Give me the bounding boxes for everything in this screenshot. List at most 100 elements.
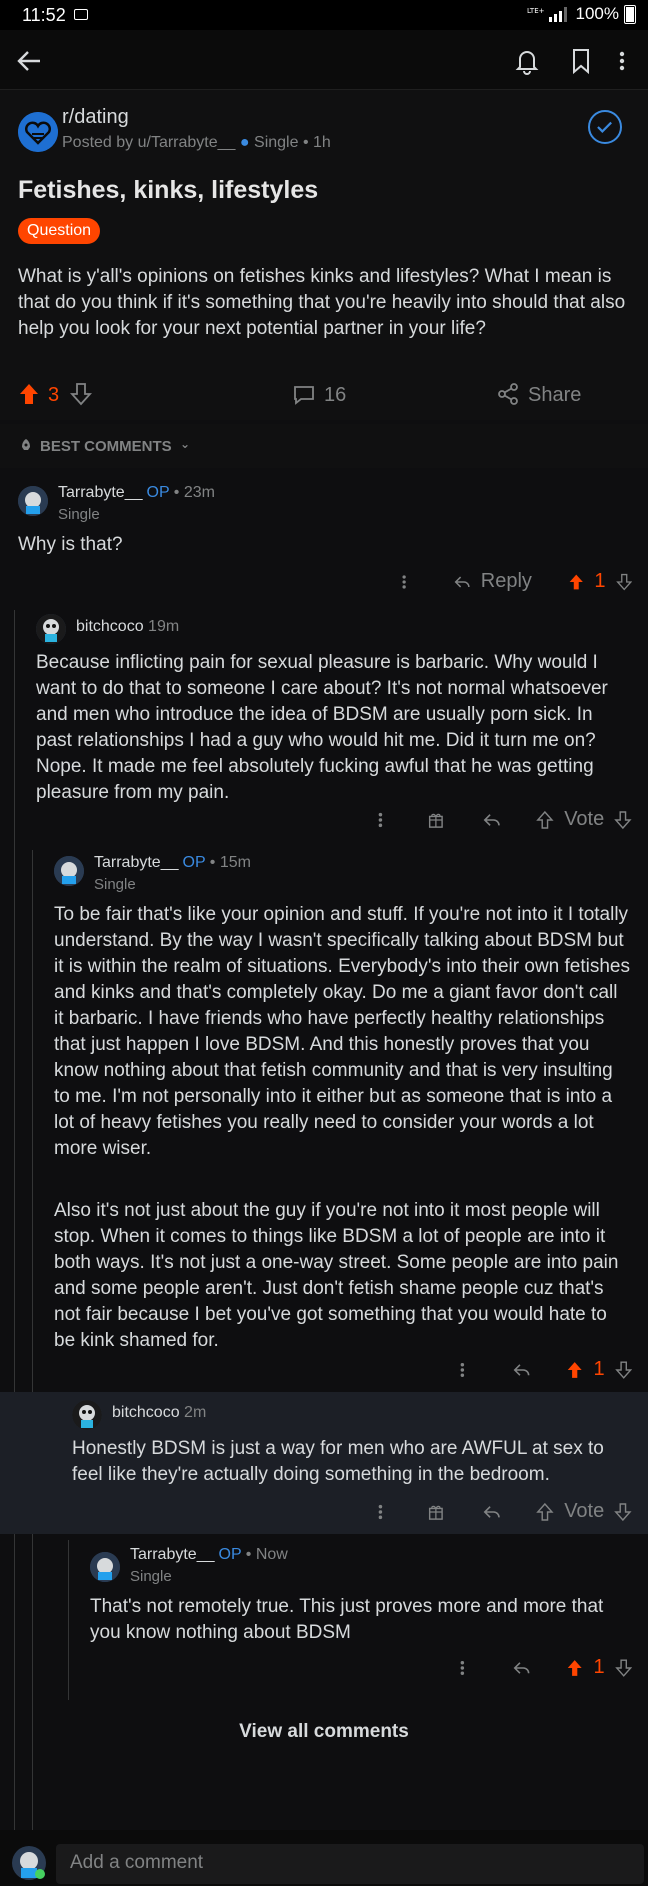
comment-username[interactable]: bitchcoco [112,1404,180,1421]
user-flair: Single [254,134,299,151]
comment-username[interactable]: Tarrabyte__ [130,1546,215,1563]
comment-header: Tarrabyte__ OP • 23m [58,484,215,501]
upvote-icon[interactable] [568,571,585,593]
comment-actions: Vote [376,808,632,831]
posted-by[interactable]: Posted by u/Tarrabyte__ [62,134,235,151]
comment-icon[interactable] [292,384,316,406]
gallery-notification-icon [74,9,88,20]
chevron-down-icon: ⌄ [180,437,191,451]
comment-text: Because inflicting pain for sexual pleas… [36,652,608,803]
view-all-comments-button[interactable]: View all comments [10,1712,638,1752]
downvote-icon[interactable] [615,571,633,593]
upvote-icon[interactable] [566,1657,583,1679]
downvote-icon[interactable] [614,1501,632,1523]
post-flair-badge[interactable]: Question [18,218,101,244]
bell-icon[interactable] [512,46,542,76]
comment-time: 19m [148,618,180,635]
comment-username[interactable]: Tarrabyte__ [94,854,179,871]
reply-icon[interactable] [483,811,501,829]
comment-count[interactable]: 16 [324,384,346,407]
comment-actions: 1 [458,1656,632,1679]
vote-label: Vote [564,808,605,830]
downvote-icon[interactable] [70,382,92,406]
comment-username[interactable]: bitchcoco [76,618,144,635]
status-bar: 11:52 LTE+ 100% [0,0,648,30]
comment-actions: Reply 1 [400,570,632,593]
thread-line [68,1540,69,1700]
post-time: 1h [313,134,331,151]
user-avatar[interactable] [18,486,48,516]
user-avatar[interactable] [54,856,84,886]
more-options-icon[interactable] [376,1501,385,1523]
comment-actions: Vote [376,1500,632,1523]
reply-icon[interactable] [513,1659,530,1677]
comment-text: Honestly BDSM is just a way for men who … [72,1438,604,1485]
upvote-icon[interactable] [536,809,554,831]
comment-text: That's not remotely true. This just prov… [90,1596,604,1643]
comment-sort-bar[interactable]: BEST COMMENTS ⌄ [0,424,648,468]
award-icon[interactable] [427,810,445,830]
comment-time: 15m [219,854,251,871]
comment-text: Why is that? [18,534,123,555]
upvote-icon[interactable] [18,382,40,406]
op-badge: OP [218,1546,242,1563]
comment-header: Tarrabyte__ OP • 15m [94,854,251,871]
user-avatar[interactable] [72,1400,102,1430]
sort-label: BEST COMMENTS [40,438,172,455]
post-meta: Posted by u/Tarrabyte__ ● Single • 1h [62,134,331,151]
post-actions: 3 16 Share [0,380,648,420]
more-options-icon[interactable] [458,1359,467,1381]
comment-score: 1 [593,1656,605,1678]
downvote-icon[interactable] [614,809,632,831]
op-badge: OP [182,854,206,871]
more-options-icon[interactable] [400,571,408,593]
upvote-icon[interactable] [536,1501,554,1523]
subreddit-name[interactable]: r/dating [62,106,129,129]
reply-icon[interactable] [513,1361,530,1379]
more-options-icon[interactable] [612,46,632,76]
signal-icon: LTE+ [527,7,567,22]
comment-header: Tarrabyte__ OP • Now [130,1546,288,1563]
comment-text-paragraph-1: To be fair that's like your opinion and … [54,904,631,1159]
comment-header: bitchcoco 2m [112,1404,206,1422]
reply-icon[interactable] [483,1503,501,1521]
user-avatar[interactable] [36,614,66,644]
battery-icon [624,4,636,24]
reply-icon[interactable] [454,573,471,591]
reply-label[interactable]: Reply [481,570,532,593]
more-options-icon[interactable] [458,1657,467,1679]
downvote-icon[interactable] [614,1359,632,1381]
comment-score: 1 [594,570,606,592]
downvote-icon[interactable] [614,1657,632,1679]
clock: 11:52 [22,5,66,25]
user-avatar[interactable] [90,1552,120,1582]
post-body: What is y'all's opinions on fetishes kin… [18,266,626,339]
post-score: 3 [48,384,60,406]
thread-line [14,610,15,1830]
share-label[interactable]: Share [528,384,581,407]
comment-time: Now [255,1546,288,1563]
post-title: Fetishes, kinks, lifestyles [18,176,319,204]
bookmark-icon[interactable] [566,46,596,76]
award-icon[interactable] [427,1502,445,1522]
back-arrow-icon[interactable] [14,46,44,76]
user-flair-icon: ● [239,134,250,151]
comment-time: 23m [183,484,215,501]
comment-score: 1 [593,1358,605,1380]
op-badge: OP [146,484,170,501]
add-comment-input[interactable]: Add a comment [56,1844,644,1884]
svg-text:LTE+: LTE+ [527,7,545,15]
subreddit-avatar-icon[interactable] [18,112,58,152]
more-options-icon[interactable] [376,809,385,831]
comment-actions: 1 [458,1358,632,1381]
comment-username[interactable]: Tarrabyte__ [58,484,143,501]
current-user-avatar[interactable] [12,1846,46,1880]
joined-check-icon[interactable] [588,110,622,144]
share-icon[interactable] [496,382,520,406]
upvote-icon[interactable] [566,1359,583,1381]
comment-user-flair: Single [130,1568,172,1585]
comment-time: 2m [184,1404,207,1421]
comment-header: bitchcoco 19m [76,618,179,636]
vote-label: Vote [564,1500,605,1522]
status-right: LTE+ 100% [527,4,636,24]
